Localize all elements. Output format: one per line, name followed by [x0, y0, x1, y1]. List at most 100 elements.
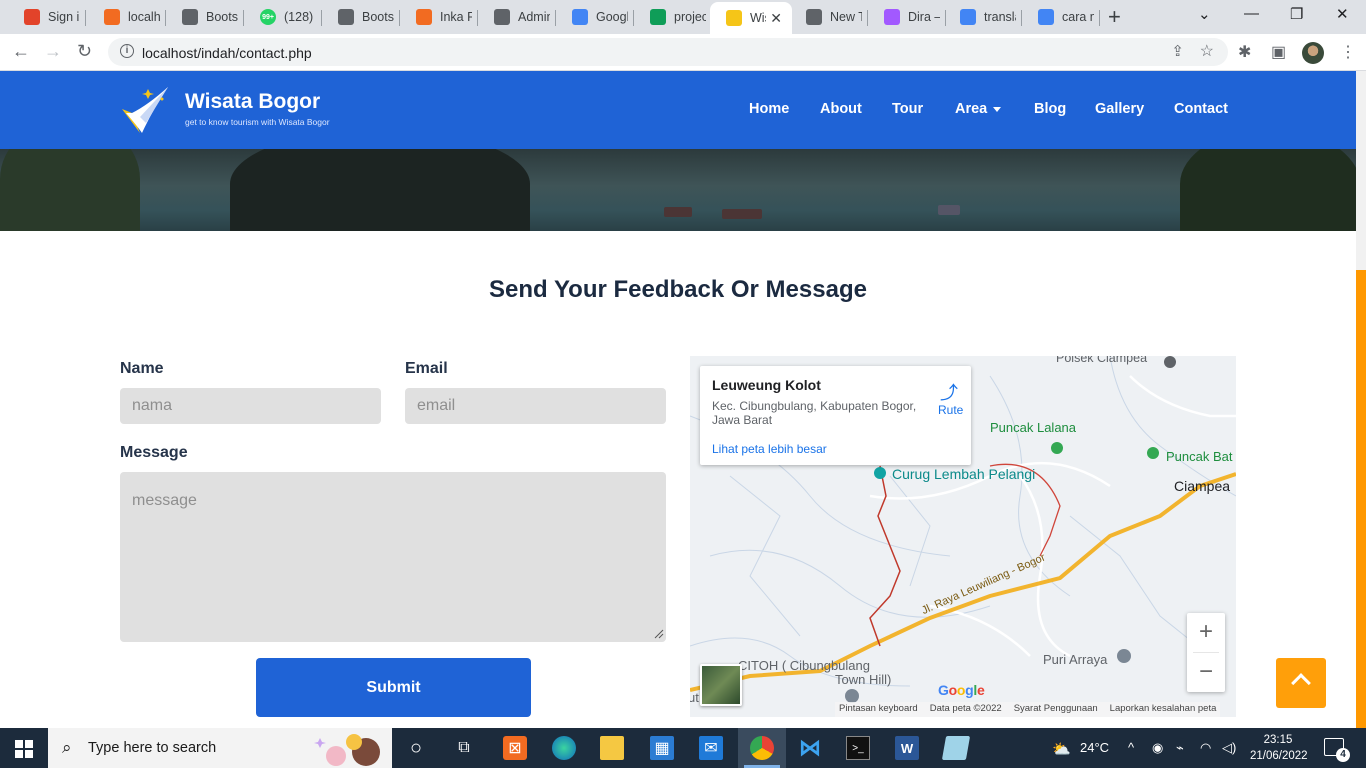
message-textarea[interactable] — [120, 472, 666, 642]
back-icon[interactable]: ← — [12, 41, 30, 62]
browser-tab[interactable]: 99+ (128) W — [244, 2, 322, 32]
reload-icon[interactable]: ↻ — [77, 41, 92, 62]
close-window-button[interactable]: ✕ — [1336, 5, 1349, 23]
browser-tab[interactable]: Admin — [478, 2, 556, 32]
map-label-polsek[interactable]: Polsek Ciampea — [1056, 356, 1147, 365]
map-data-text: Data peta ©2022 — [929, 703, 1002, 714]
mail-icon[interactable]: ✉ — [699, 736, 723, 760]
embedded-map[interactable]: Polsek Ciampea Puncak Lalana Puncak Bat … — [690, 356, 1236, 717]
volume-icon[interactable]: ◁) — [1222, 740, 1236, 756]
notepad-icon[interactable] — [941, 736, 971, 760]
email-input[interactable] — [405, 388, 666, 424]
store-icon[interactable]: ▦ — [650, 736, 674, 760]
cortana-icon[interactable]: ○ — [404, 736, 428, 760]
minimize-button[interactable]: — — [1244, 5, 1259, 22]
chrome-icon[interactable] — [750, 736, 774, 760]
word-icon[interactable]: W — [895, 736, 919, 760]
zoom-in-button[interactable]: + — [1187, 613, 1225, 652]
tab-favicon-icon — [650, 9, 666, 25]
submit-button[interactable]: Submit — [256, 658, 531, 717]
tab-title: Bootstr — [206, 10, 238, 24]
task-view-icon[interactable]: ⧉ — [452, 736, 476, 760]
nav-gallery[interactable]: Gallery — [1095, 101, 1144, 117]
map-label-ciampea[interactable]: Ciampea — [1174, 478, 1230, 494]
browser-tab[interactable]: Inka Fo — [400, 2, 478, 32]
tab-favicon-icon — [182, 9, 198, 25]
site-info-icon[interactable]: i — [120, 44, 134, 58]
tab-favicon-icon — [884, 9, 900, 25]
nav-area-dropdown[interactable]: Area — [955, 101, 1002, 117]
back-to-top-button[interactable] — [1276, 658, 1326, 708]
power-icon[interactable]: ⌁ — [1176, 740, 1184, 756]
address-bar[interactable]: i localhost/indah/contact.php ⇪ ☆ — [108, 38, 1228, 66]
forward-icon[interactable]: → — [44, 41, 62, 62]
browser-tab[interactable]: Bootstr — [166, 2, 244, 32]
tab-search-icon[interactable]: ⌄ — [1198, 5, 1211, 23]
map-label-citoh-2[interactable]: Town Hill) — [835, 672, 891, 687]
search-icon: ⌕ — [62, 738, 72, 757]
new-tab-button[interactable]: + — [1108, 5, 1121, 29]
wifi-icon[interactable]: ◠ — [1200, 740, 1211, 756]
map-label-curug[interactable]: Curug Lembah Pelangi — [892, 466, 1035, 482]
terms-link[interactable]: Syarat Penggunaan — [1014, 703, 1098, 716]
nav-contact[interactable]: Contact — [1174, 101, 1228, 117]
browser-tab[interactable]: Bootstr — [322, 2, 400, 32]
browser-tab[interactable]: transla — [944, 2, 1022, 32]
browser-tab[interactable]: project — [634, 2, 712, 32]
keyboard-shortcuts-link[interactable]: Pintasan keyboard — [839, 703, 918, 716]
chevron-up-icon — [1291, 673, 1311, 693]
close-tab-icon[interactable]: ✕ — [766, 10, 786, 27]
weather-temp[interactable]: 24°C — [1080, 740, 1109, 755]
browser-tab[interactable]: Google — [556, 2, 634, 32]
zoom-out-button[interactable]: − — [1187, 653, 1225, 692]
nav-about[interactable]: About — [820, 101, 862, 117]
site-brand[interactable]: Wisata Bogor — [185, 90, 320, 114]
larger-map-link[interactable]: Lihat peta lebih besar — [712, 442, 827, 456]
windows-start-icon[interactable] — [15, 740, 33, 758]
url-text[interactable]: localhost/indah/contact.php — [142, 45, 312, 61]
chrome-menu-icon[interactable]: ⋮ — [1340, 42, 1356, 62]
directions-link[interactable]: Rute — [938, 403, 963, 417]
meet-icon[interactable]: ◉ — [1152, 740, 1163, 756]
vscode-icon[interactable]: ⋈ — [798, 735, 822, 760]
taskbar-clock[interactable]: 23:15 21/06/2022 — [1250, 732, 1308, 764]
name-input[interactable] — [120, 388, 381, 424]
xampp-icon[interactable]: ⊠ — [503, 736, 527, 760]
side-panel-icon[interactable]: ▣ — [1271, 42, 1286, 62]
bookmark-star-icon[interactable]: ☆ — [1200, 41, 1214, 61]
paper-plane-logo-icon[interactable] — [118, 83, 174, 137]
terminal-icon[interactable]: >_ — [846, 736, 870, 760]
satellite-toggle[interactable] — [700, 664, 742, 706]
browser-tab[interactable]: cara m — [1022, 2, 1100, 32]
map-label-puncak-lalana[interactable]: Puncak Lalana — [990, 420, 1076, 435]
browser-tab[interactable]: Wis✕ — [710, 2, 792, 34]
browser-tab[interactable]: Dira – I — [868, 2, 946, 32]
nav-blog[interactable]: Blog — [1034, 101, 1066, 117]
tab-title: Wis — [750, 11, 766, 25]
tab-favicon-icon — [806, 9, 822, 25]
taskbar-search[interactable]: ⌕ Type here to search — [48, 728, 392, 768]
resize-grip-icon[interactable] — [654, 629, 664, 639]
clock-date: 21/06/2022 — [1250, 750, 1308, 762]
tab-title: Bootstr — [362, 10, 394, 24]
browser-tab[interactable]: localhc — [88, 2, 166, 32]
page-scrollbar-thumb[interactable] — [1356, 270, 1366, 728]
nav-home[interactable]: Home — [749, 101, 789, 117]
directions-icon[interactable]: ⤴ — [940, 379, 958, 405]
weather-icon[interactable]: ⛅ — [1052, 740, 1071, 758]
notification-center-icon[interactable]: 4 — [1324, 738, 1350, 762]
tray-chevron-icon[interactable]: ^ — [1128, 740, 1134, 755]
maximize-button[interactable]: ❐ — [1290, 5, 1303, 23]
edge-icon[interactable] — [552, 736, 576, 760]
browser-tab[interactable]: Sign in — [8, 2, 86, 32]
file-explorer-icon[interactable] — [600, 736, 624, 760]
browser-tab[interactable]: New Ta — [790, 2, 868, 32]
map-label-citoh-1[interactable]: CITOH ( Cibungbulang — [738, 658, 870, 673]
share-icon[interactable]: ⇪ — [1171, 42, 1184, 60]
report-error-link[interactable]: Laporkan kesalahan peta — [1110, 703, 1217, 716]
profile-avatar[interactable] — [1302, 42, 1324, 64]
map-label-puncak-bat[interactable]: Puncak Bat — [1166, 449, 1233, 464]
nav-tour[interactable]: Tour — [892, 101, 923, 117]
map-label-puri[interactable]: Puri Arraya — [1043, 652, 1107, 667]
extensions-icon[interactable]: ✱ — [1238, 42, 1251, 62]
